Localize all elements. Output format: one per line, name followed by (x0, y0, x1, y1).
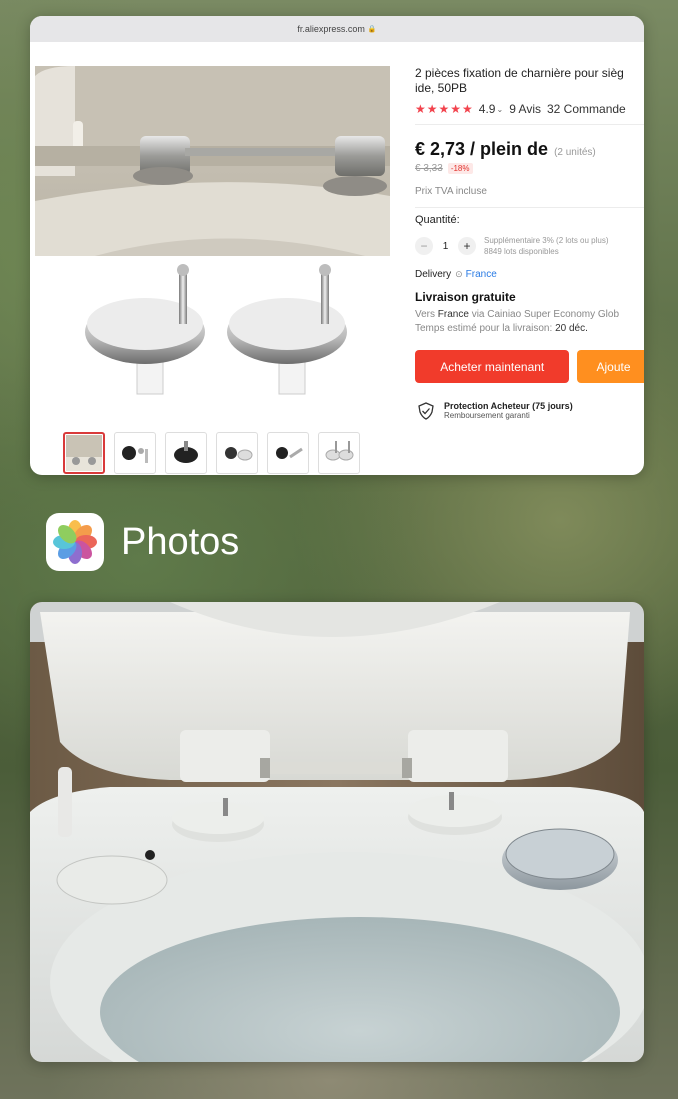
shipping-via-rest: via Cainiao Super Economy Glob (471, 309, 620, 320)
app-name: Photos (121, 520, 240, 563)
protection-title: Protection Acheteur (75 jours) (444, 401, 573, 411)
thumbnail-strip (63, 432, 360, 474)
discount-badge: -18% (447, 163, 473, 174)
price-units: (2 unités) (554, 147, 596, 158)
thumbnail[interactable] (114, 432, 156, 474)
product-title-line: ide, 50PB (415, 81, 468, 95)
quantity-label: Quantité: (415, 214, 460, 226)
rating-row[interactable]: ★★★★★ 4.9 ⌄ 9 Avis 32 Commande (415, 102, 644, 116)
quantity-value[interactable]: 1 (433, 241, 458, 252)
reviews-count[interactable]: 9 Avis (509, 102, 541, 116)
chevron-down-icon: ⌄ (496, 104, 504, 114)
protection-subtitle: Remboursement garanti (444, 411, 530, 420)
action-buttons: Acheter maintenant Ajoute (415, 350, 644, 383)
thumbnail[interactable] (165, 432, 207, 474)
thumbnail[interactable] (63, 432, 105, 474)
product-title[interactable]: 2 pièces fixation de charnière pour sièg… (415, 66, 644, 96)
shipping-via-prefix: Vers (415, 309, 436, 320)
shipping-via-country: France (437, 309, 469, 320)
price: € 2,73 / plein de (415, 139, 549, 159)
divider (415, 124, 644, 125)
tva-note: Prix TVA incluse (415, 186, 487, 197)
delivery-country-link[interactable]: France (466, 269, 497, 280)
rating-value: 4.9 (478, 102, 496, 116)
delivery-label: Delivery (415, 269, 452, 280)
photos-app-icon (46, 513, 104, 571)
thumbnail[interactable] (318, 432, 360, 474)
divider (415, 207, 644, 208)
product-main-image[interactable] (35, 66, 390, 256)
delivery-row: Delivery ⊙ France (415, 269, 644, 280)
old-price: € 3,33 (415, 163, 443, 174)
toilet-photo (30, 602, 644, 1062)
decrement-button[interactable]: − (415, 237, 433, 255)
old-price-row: € 3,33 -18% (415, 163, 644, 174)
increment-button[interactable]: + (458, 237, 476, 255)
shield-check-icon (418, 401, 434, 420)
quantity-info: Supplémentaire 3% (2 lots ou plus) 8849 … (484, 235, 609, 257)
price-row: € 2,73 / plein de (2 unités) (415, 139, 644, 160)
url-text: fr.aliexpress.com (297, 24, 365, 34)
product-info-panel: 2 pièces fixation de charnière pour sièg… (415, 66, 644, 420)
shipping-title: Livraison gratuite (415, 290, 516, 304)
product-title-line: 2 pièces fixation de charnière pour sièg (415, 66, 624, 80)
photos-app-card[interactable] (30, 602, 644, 1062)
shipping-time-prefix: Temps estimé pour la livraison: (415, 323, 553, 334)
add-to-cart-button[interactable]: Ajoute (577, 350, 644, 383)
buy-now-button[interactable]: Acheter maintenant (415, 350, 570, 383)
thumbnail[interactable] (216, 432, 258, 474)
app-switcher-label[interactable]: Photos (46, 513, 239, 571)
product-render-image[interactable] (75, 262, 360, 432)
location-pin-icon: ⊙ (455, 269, 463, 279)
thumbnail[interactable] (267, 432, 309, 474)
quantity-stepper: − 1 + Supplémentaire 3% (2 lots ou plus)… (415, 235, 644, 257)
url-bar[interactable]: fr.aliexpress.com 🔒 (30, 16, 644, 42)
lock-icon: 🔒 (367, 26, 377, 33)
shipping-time-value: 20 déc. (555, 323, 588, 334)
star-rating-icon: ★★★★★ (415, 102, 474, 116)
buyer-protection[interactable]: Protection Acheteur (75 jours) Rembourse… (415, 401, 644, 420)
shipping-details: Vers France via Cainiao Super Economy Gl… (415, 308, 644, 336)
safari-app-card[interactable]: fr.aliexpress.com 🔒 2 pièces fixation de… (30, 16, 644, 475)
orders-count: 32 Commande (547, 102, 626, 116)
stock-available: 8849 lots disponibles (484, 247, 559, 256)
quantity-discount-note: Supplémentaire 3% (2 lots ou plus) (484, 236, 609, 245)
